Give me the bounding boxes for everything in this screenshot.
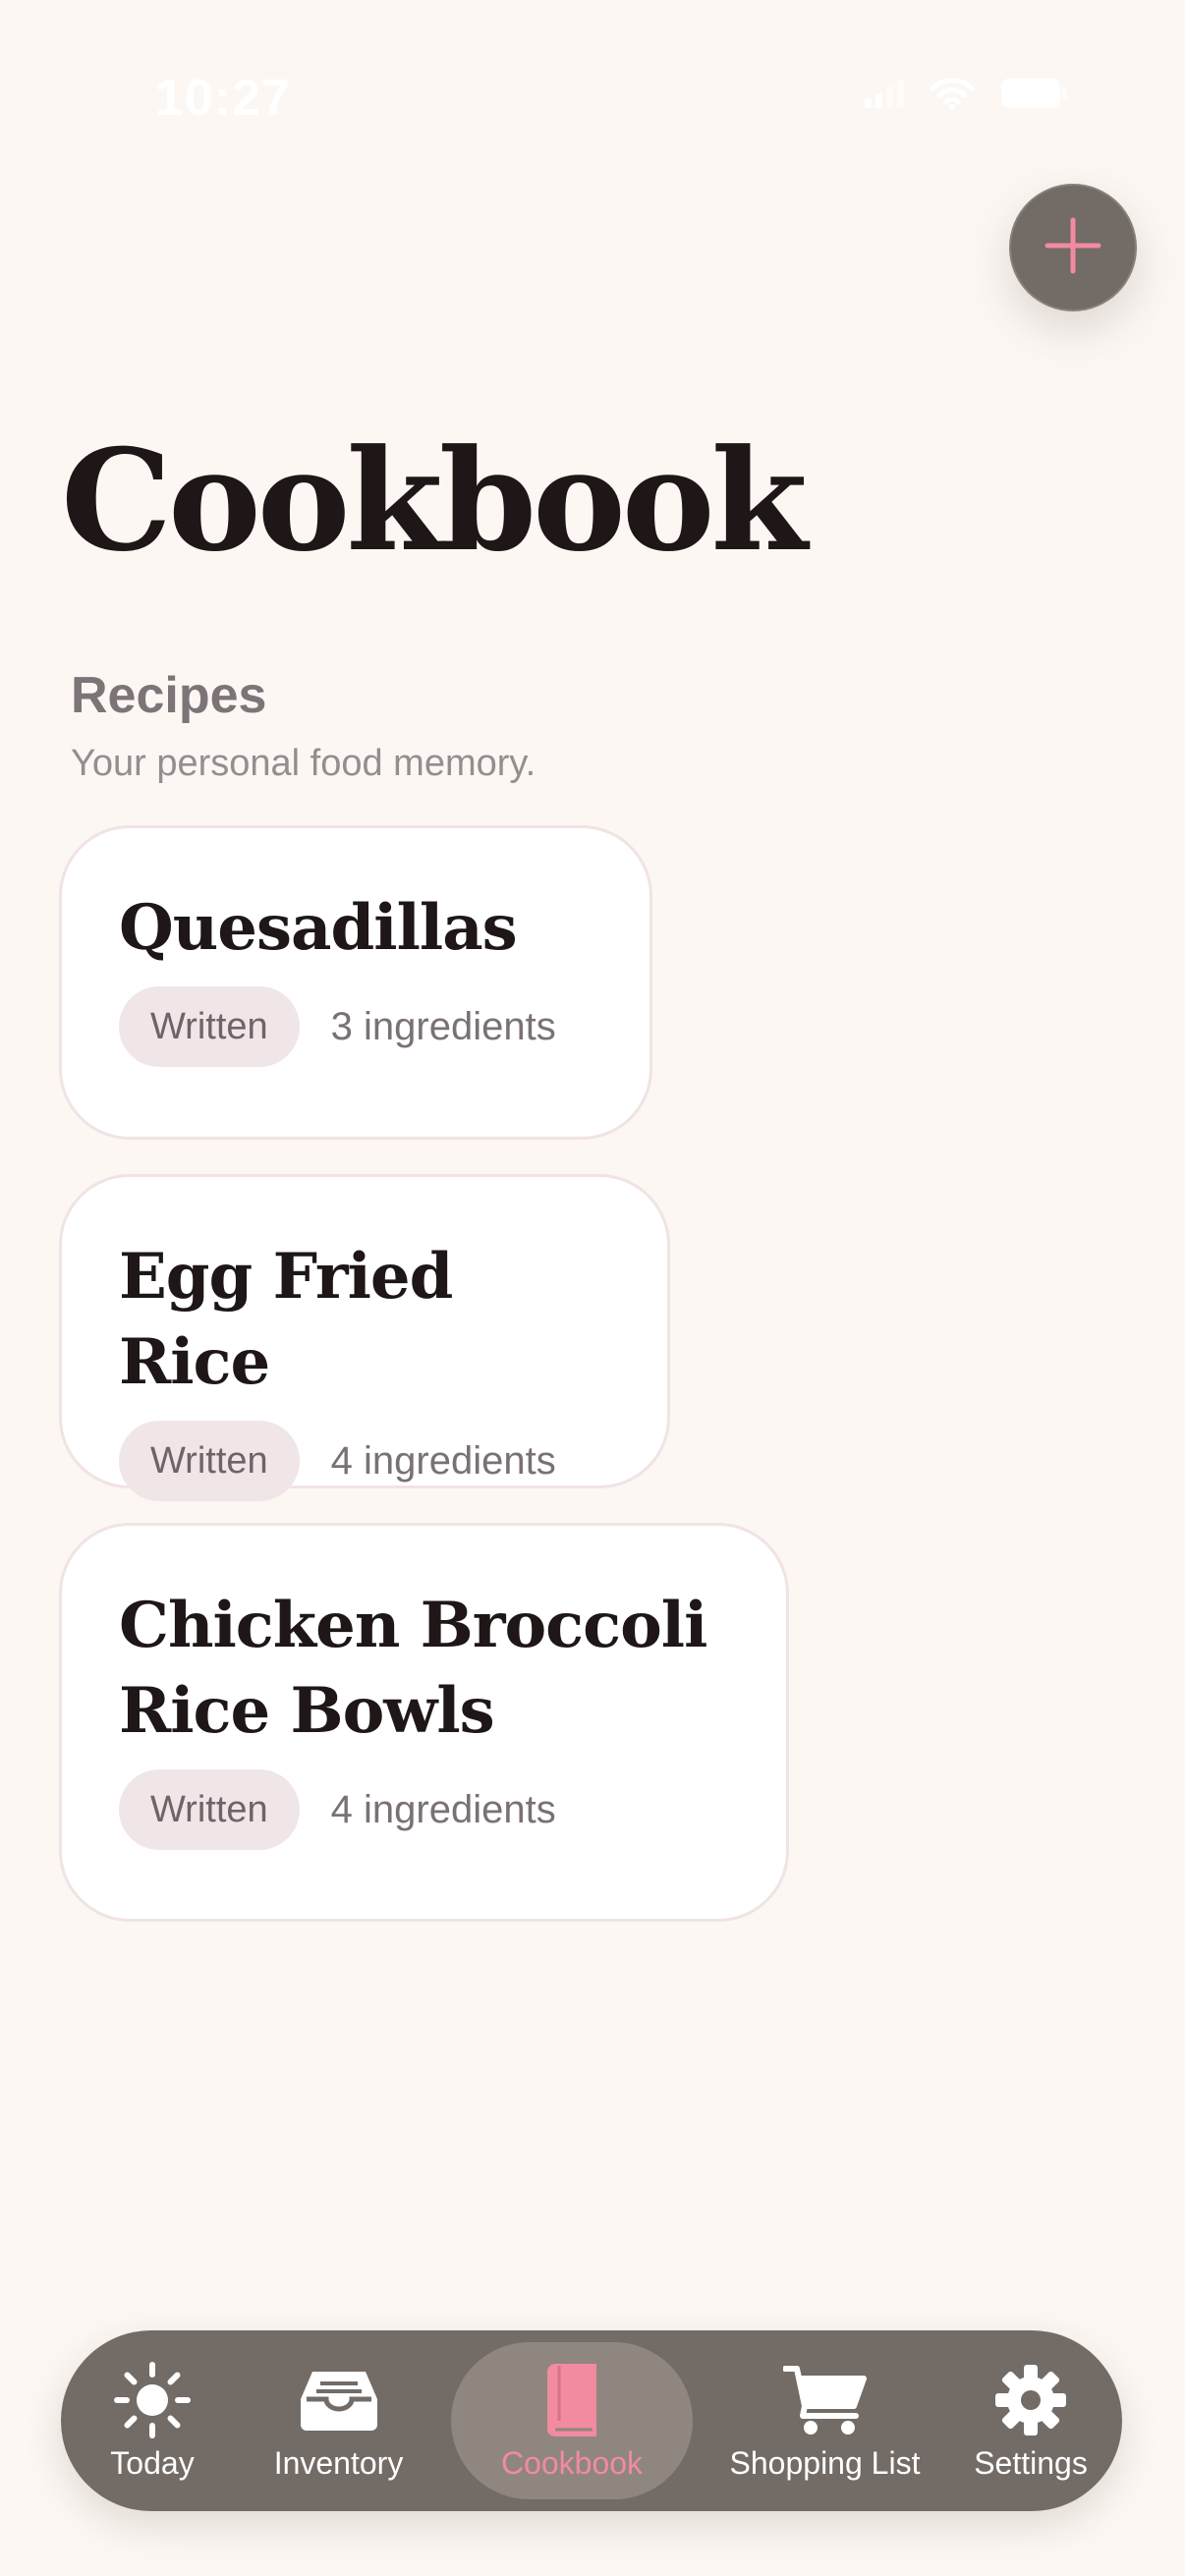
page-title: Cookbook	[61, 420, 808, 583]
tab-label: Shopping List	[729, 2444, 921, 2481]
tab-label: Settings	[974, 2444, 1088, 2481]
tab-inventory[interactable]: Inventory	[255, 2342, 423, 2499]
tab-label: Inventory	[273, 2444, 404, 2481]
section-title: Recipes	[71, 667, 267, 724]
recipe-card[interactable]: Egg Fried Rice Written 4 ingredients	[59, 1174, 670, 1501]
recipe-meta: Written 4 ingredients	[119, 1769, 729, 1850]
recipe-card[interactable]: Chicken Broccoli Rice Bowls Written 4 in…	[59, 1523, 789, 1922]
tab-cookbook[interactable]: Cookbook	[451, 2342, 693, 2499]
recipe-meta: Written 3 ingredients	[119, 986, 592, 1067]
recipe-name: Quesadillas	[119, 891, 518, 965]
ingredient-count: 4 ingredients	[330, 1438, 556, 1483]
cart-icon	[782, 2361, 868, 2439]
recipe-card[interactable]: Quesadillas Written 3 ingredients	[59, 825, 652, 1140]
inbox-tray-icon	[297, 2361, 381, 2439]
recipe-status-badge: Written	[119, 1769, 300, 1850]
tab-shopping-list[interactable]: Shopping List	[722, 2342, 929, 2499]
section-subtitle: Your personal food memory.	[71, 743, 536, 784]
plus-icon	[1044, 216, 1102, 279]
recipe-name: Egg Fried Rice	[119, 1240, 453, 1399]
recipe-name: Chicken Broccoli Rice Bowls	[119, 1589, 707, 1748]
tab-label: Today	[110, 2444, 195, 2481]
tab-settings[interactable]: Settings	[957, 2342, 1104, 2499]
recipe-status-badge: Written	[119, 1421, 300, 1501]
ingredient-count: 3 ingredients	[330, 1004, 556, 1048]
tab-bar: Today Inventory Cookbook Shopping List S…	[61, 2330, 1122, 2511]
tab-today[interactable]: Today	[79, 2342, 226, 2499]
ingredient-count: 4 ingredients	[330, 1787, 556, 1831]
recipe-meta: Written 4 ingredients	[119, 1421, 610, 1501]
tab-label: Cookbook	[500, 2444, 644, 2481]
cellular-signal-icon	[865, 79, 904, 112]
battery-icon	[1000, 78, 1069, 113]
status-bar: 10:27	[0, 0, 1185, 196]
status-time: 10:27	[155, 70, 291, 127]
book-icon	[541, 2361, 602, 2439]
sun-icon	[113, 2361, 192, 2439]
status-icons	[865, 77, 1069, 114]
recipe-status-badge: Written	[119, 986, 300, 1067]
gear-icon	[993, 2361, 1068, 2439]
add-recipe-button[interactable]	[1009, 184, 1137, 311]
wifi-icon	[930, 77, 975, 114]
